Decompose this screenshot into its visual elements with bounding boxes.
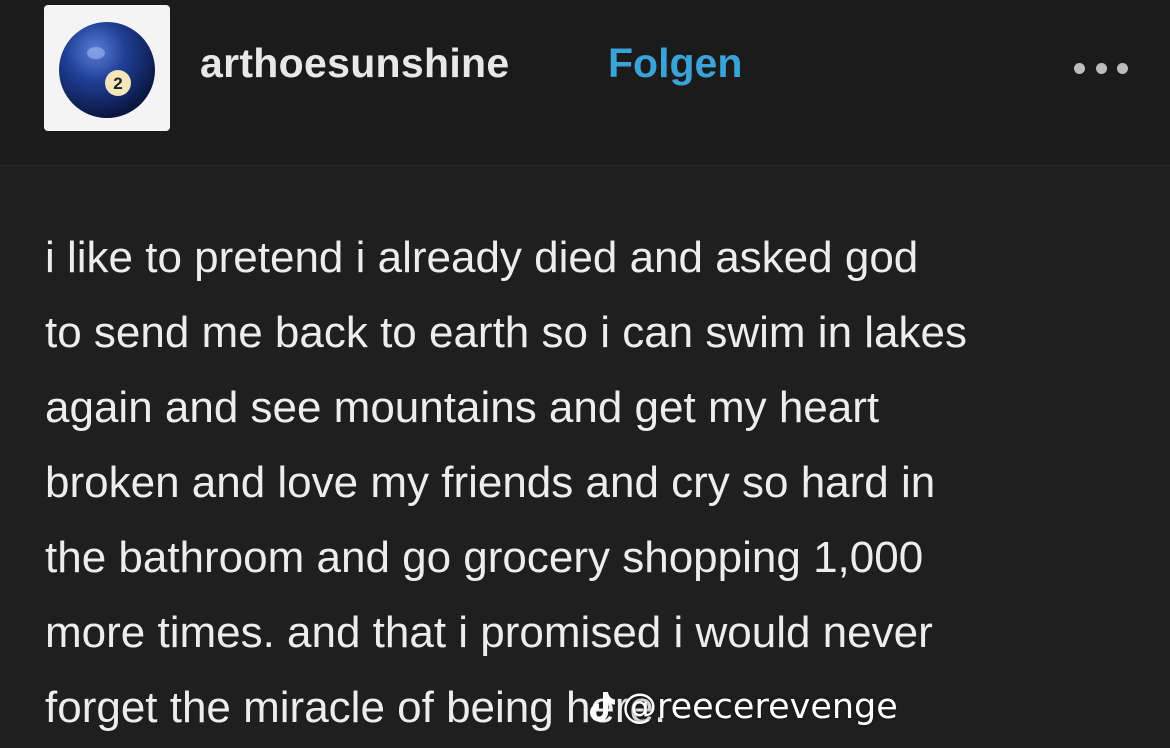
watermark-handle: @reecerevenge xyxy=(622,687,898,727)
avatar-badge-number: 2 xyxy=(113,74,122,93)
dot xyxy=(1095,62,1107,74)
dot xyxy=(1074,62,1085,74)
follow-button[interactable]: Folgen xyxy=(608,40,742,87)
tiktok-watermark: @reecerevenge xyxy=(586,685,898,729)
dot xyxy=(1117,62,1128,74)
avatar[interactable]: 2 xyxy=(44,5,170,131)
post-header: 2 arthoesunshine Folgen xyxy=(0,0,1170,166)
username-link[interactable]: arthoesunshine xyxy=(200,40,509,87)
more-options-icon[interactable] xyxy=(1074,58,1128,78)
post-text: i like to pretend i already died and ask… xyxy=(45,233,967,732)
billiard-ball-icon: 2 xyxy=(59,22,155,118)
tiktok-icon xyxy=(590,692,615,722)
